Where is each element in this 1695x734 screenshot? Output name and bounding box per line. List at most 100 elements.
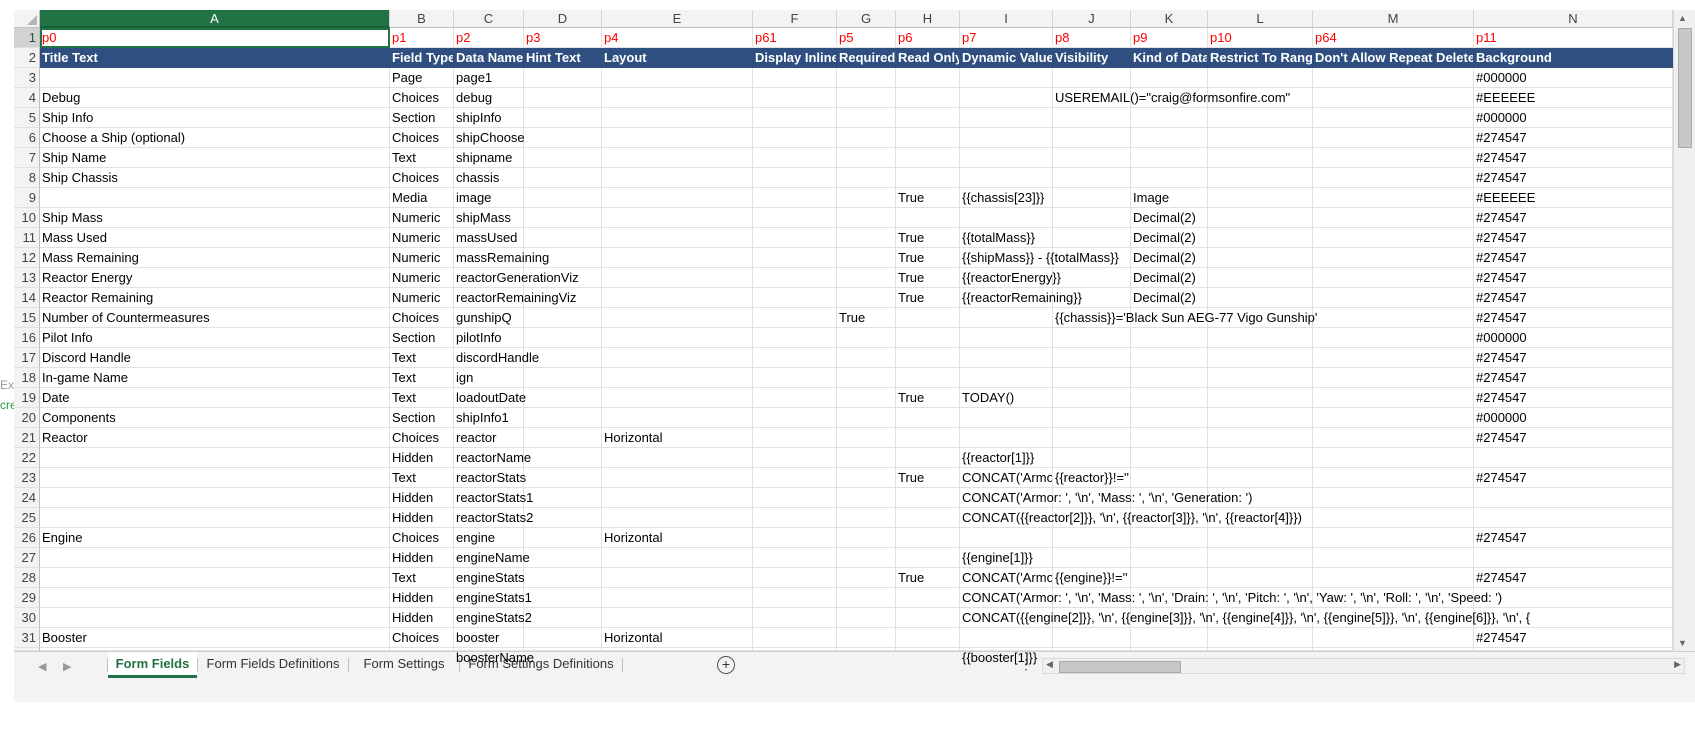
cell-k11[interactable]: Decimal(2) <box>1131 228 1208 248</box>
cell-b19[interactable]: Text <box>390 388 454 408</box>
cell-b23[interactable]: Text <box>390 468 454 488</box>
scroll-right-icon[interactable]: ▶ <box>1674 659 1681 670</box>
cell-h28[interactable]: True <box>896 568 960 588</box>
column-header-k[interactable]: K <box>1131 10 1208 28</box>
cell-l3[interactable] <box>1208 68 1313 88</box>
cell-c17[interactable]: discordHandle <box>454 348 539 368</box>
cell-j18[interactable] <box>1053 368 1131 388</box>
cell-b25[interactable]: Hidden <box>390 508 454 528</box>
cell-l6[interactable] <box>1208 128 1313 148</box>
cell-j28[interactable]: {{engine}}!='' <box>1053 568 1131 588</box>
column-header-j[interactable]: J <box>1053 10 1131 28</box>
cell-j8[interactable] <box>1053 168 1131 188</box>
cell-d8[interactable] <box>524 168 602 188</box>
cell-j9[interactable] <box>1053 188 1131 208</box>
cell-m17[interactable] <box>1313 348 1474 368</box>
cell-c8[interactable]: chassis <box>454 168 524 188</box>
column-header-n[interactable]: N <box>1474 10 1673 28</box>
add-sheet-icon[interactable]: + <box>717 656 735 674</box>
cell-d21[interactable] <box>524 428 602 448</box>
row-header-10[interactable]: 10 <box>14 208 40 228</box>
row-header-9[interactable]: 9 <box>14 188 40 208</box>
tab-form-fields[interactable]: Form Fields <box>108 652 197 678</box>
row-header-15[interactable]: 15 <box>14 308 40 328</box>
cell-j7[interactable] <box>1053 148 1131 168</box>
column-header-g[interactable]: G <box>837 10 896 28</box>
tab-form-settings[interactable]: Form Settings <box>349 652 459 678</box>
cell-g25[interactable] <box>837 508 896 528</box>
cell-l8[interactable] <box>1208 168 1313 188</box>
cell-j17[interactable] <box>1053 348 1131 368</box>
cell-k23[interactable] <box>1131 468 1208 488</box>
cell-h19[interactable]: True <box>896 388 960 408</box>
cell-e11[interactable] <box>602 228 753 248</box>
cell-g18[interactable] <box>837 368 896 388</box>
cell-i17[interactable] <box>960 348 1053 368</box>
cell-d16[interactable] <box>524 328 602 348</box>
cell-g11[interactable] <box>837 228 896 248</box>
cell-g17[interactable] <box>837 348 896 368</box>
cell-a2[interactable]: Title Text <box>40 48 390 68</box>
cell-e28[interactable] <box>602 568 753 588</box>
cell-e25[interactable] <box>602 508 753 528</box>
cell-n23[interactable]: #274547 <box>1474 468 1673 488</box>
cell-h10[interactable] <box>896 208 960 228</box>
cell-n9[interactable]: #EEEEEE <box>1474 188 1673 208</box>
cell-n6[interactable]: #274547 <box>1474 128 1673 148</box>
cell-d3[interactable] <box>524 68 602 88</box>
cell-h15[interactable] <box>896 308 960 328</box>
cell-g15[interactable]: True <box>837 308 896 328</box>
tab-scroll-left-icon[interactable]: ◀ <box>38 660 46 673</box>
row-header-7[interactable]: 7 <box>14 148 40 168</box>
cell-a11[interactable]: Mass Used <box>40 228 390 248</box>
cell-f15[interactable] <box>753 308 837 328</box>
cell-e18[interactable] <box>602 368 753 388</box>
cell-m8[interactable] <box>1313 168 1474 188</box>
cell-d6[interactable] <box>524 128 602 148</box>
cell-c20[interactable]: shipInfo1 <box>454 408 524 428</box>
cell-f28[interactable] <box>753 568 837 588</box>
cell-a25[interactable] <box>40 508 390 528</box>
cell-n27[interactable] <box>1474 548 1673 568</box>
horizontal-scroll-thumb[interactable] <box>1059 661 1181 673</box>
cell-n5[interactable]: #000000 <box>1474 108 1673 128</box>
cell-a5[interactable]: Ship Info <box>40 108 390 128</box>
cell-c29[interactable]: engineStats1 <box>454 588 532 608</box>
cell-g14[interactable] <box>837 288 896 308</box>
cell-g23[interactable] <box>837 468 896 488</box>
cell-d4[interactable] <box>524 88 602 108</box>
cell-i5[interactable] <box>960 108 1053 128</box>
cell-n29[interactable] <box>1474 588 1673 608</box>
cell-f22[interactable] <box>753 448 837 468</box>
cell-c4[interactable]: debug <box>454 88 524 108</box>
cell-j21[interactable] <box>1053 428 1131 448</box>
cell-a29[interactable] <box>40 588 390 608</box>
cell-e27[interactable] <box>602 548 753 568</box>
cell-n22[interactable] <box>1474 448 1673 468</box>
row-header-17[interactable]: 17 <box>14 348 40 368</box>
cell-g8[interactable] <box>837 168 896 188</box>
cell-c18[interactable]: ign <box>454 368 524 388</box>
cell-c1[interactable]: p2 <box>454 28 524 48</box>
cell-f23[interactable] <box>753 468 837 488</box>
cell-f5[interactable] <box>753 108 837 128</box>
cell-d1[interactable]: p3 <box>524 28 602 48</box>
cell-i25[interactable]: CONCAT({{reactor[2]}}, '\n', {{reactor[3… <box>960 508 1302 528</box>
cell-b12[interactable]: Numeric <box>390 248 454 268</box>
cell-k6[interactable] <box>1131 128 1208 148</box>
cell-h18[interactable] <box>896 368 960 388</box>
cell-i6[interactable] <box>960 128 1053 148</box>
cell-d7[interactable] <box>524 148 602 168</box>
cell-l10[interactable] <box>1208 208 1313 228</box>
cell-l31[interactable] <box>1208 628 1313 648</box>
cell-i29[interactable]: CONCAT('Armor: ', '\n', 'Mass: ', '\n', … <box>960 588 1502 608</box>
cell-i13[interactable]: {{reactorEnergy}} <box>960 268 1061 288</box>
cell-l18[interactable] <box>1208 368 1313 388</box>
cell-e22[interactable] <box>602 448 753 468</box>
cell-l23[interactable] <box>1208 468 1313 488</box>
row-header-4[interactable]: 4 <box>14 88 40 108</box>
cell-i12[interactable]: {{shipMass}} - {{totalMass}} <box>960 248 1119 268</box>
cell-g3[interactable] <box>837 68 896 88</box>
cell-h5[interactable] <box>896 108 960 128</box>
cell-h7[interactable] <box>896 148 960 168</box>
